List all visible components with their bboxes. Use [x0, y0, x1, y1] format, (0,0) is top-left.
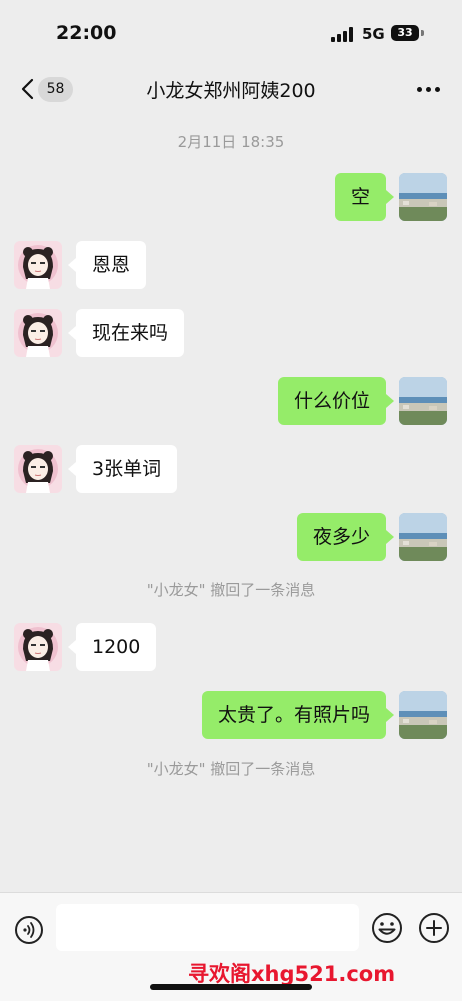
emoji-icon[interactable]: [370, 911, 404, 945]
recall-notice: "小龙女" 撤回了一条消息: [146, 581, 316, 599]
battery-cap: [421, 30, 424, 36]
chat-timestamp: 2月11日 18:35: [177, 133, 285, 151]
more-dots-icon[interactable]: [415, 80, 443, 98]
voice-icon[interactable]: [14, 915, 44, 945]
message-row: 空: [0, 173, 462, 221]
my-avatar[interactable]: [399, 377, 447, 425]
plus-icon[interactable]: [417, 911, 451, 945]
status-time: 22:00: [56, 22, 117, 44]
message-bubble-outgoing[interactable]: 太贵了。有照片吗: [201, 691, 395, 739]
message-row: 3张单词: [0, 445, 462, 493]
message-row: 恩恩: [0, 241, 462, 289]
chat-header: 58 小龙女郑州阿姨200: [0, 62, 462, 116]
my-avatar[interactable]: [399, 691, 447, 739]
message-row: 太贵了。有照片吗: [0, 691, 462, 739]
contact-avatar[interactable]: [14, 445, 62, 493]
message-bubble-incoming[interactable]: 3张单词: [67, 445, 178, 493]
my-avatar[interactable]: [399, 513, 447, 561]
status-bar: 22:00 5G 33: [0, 0, 462, 62]
message-bubble-outgoing[interactable]: 夜多少: [296, 513, 395, 561]
contact-avatar[interactable]: [14, 241, 62, 289]
my-avatar[interactable]: [399, 173, 447, 221]
signal-icon: [331, 27, 355, 42]
message-bubble-incoming[interactable]: 现在来吗: [67, 309, 185, 357]
home-indicator[interactable]: [150, 984, 312, 990]
message-bubble-incoming[interactable]: 1200: [67, 623, 157, 671]
message-row: 1200: [0, 623, 462, 671]
unread-count-badge[interactable]: 58: [38, 77, 73, 102]
contact-avatar[interactable]: [14, 623, 62, 671]
message-bubble-outgoing[interactable]: 空: [334, 173, 395, 221]
message-row: 什么价位: [0, 377, 462, 425]
message-bubble-incoming[interactable]: 恩恩: [67, 241, 147, 289]
message-input[interactable]: [56, 904, 359, 951]
message-row: 夜多少: [0, 513, 462, 561]
recall-notice: "小龙女" 撤回了一条消息: [146, 760, 316, 778]
battery-icon: 33: [391, 25, 419, 41]
message-bubble-outgoing[interactable]: 什么价位: [277, 377, 395, 425]
back-chevron-icon[interactable]: [18, 77, 40, 101]
message-row: 现在来吗: [0, 309, 462, 357]
chat-title: 小龙女郑州阿姨200: [146, 80, 316, 102]
contact-avatar[interactable]: [14, 309, 62, 357]
network-type: 5G: [362, 25, 385, 43]
